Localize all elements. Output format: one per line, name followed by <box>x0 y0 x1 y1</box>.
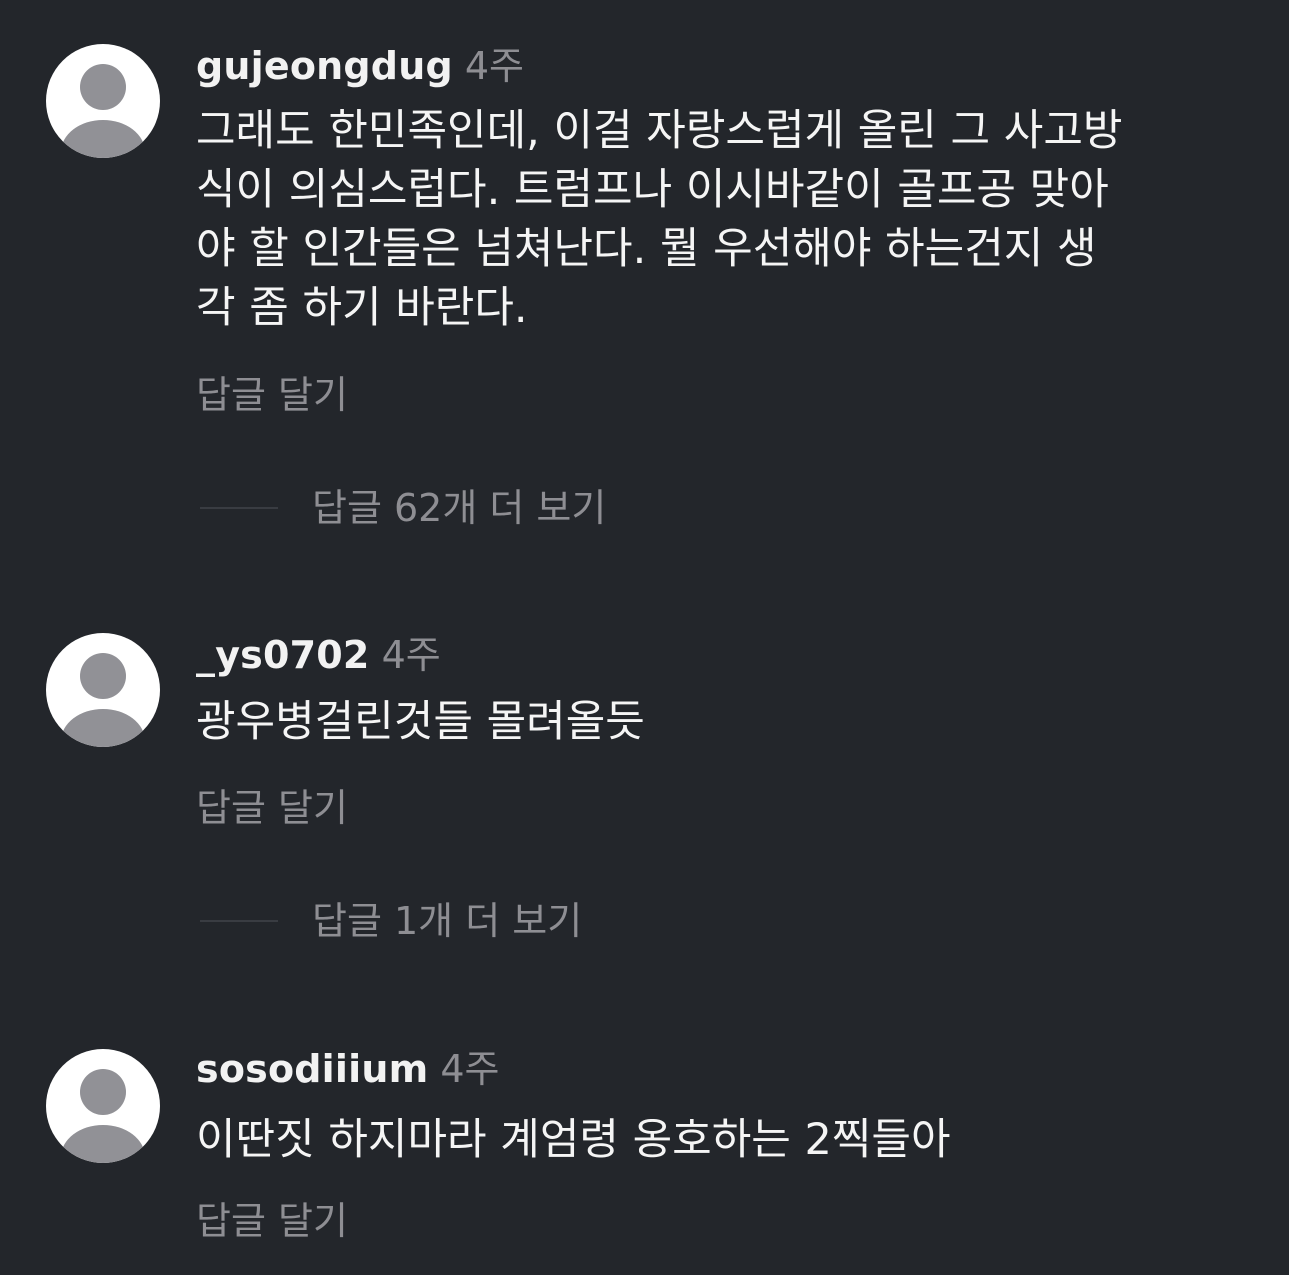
comment-text-line: 그래도 한민족인데, 이걸 자랑스럽게 올린 그 사고방 <box>196 106 1123 156</box>
comment-text-line: 식이 의심스럽다. 트럼프나 이시바같이 골프공 맞아 <box>196 165 1109 215</box>
comment-header: sosodiiium 4주 <box>196 1047 500 1091</box>
avatar-shoulders <box>61 709 145 747</box>
view-more-replies-label: 답글 1개 더 보기 <box>312 899 583 943</box>
comment-text-line: 각 좀 하기 바란다. <box>196 283 528 333</box>
replies-divider-line <box>200 507 278 509</box>
comment-header: gujeongdug 4주 <box>196 44 524 88</box>
comment-timestamp: 4주 <box>381 633 441 677</box>
view-more-replies-label: 답글 62개 더 보기 <box>312 486 607 530</box>
reply-button[interactable]: 답글 달기 <box>196 373 348 417</box>
view-more-replies-button[interactable]: 답글 62개 더 보기 <box>196 486 656 530</box>
comment-username[interactable]: gujeongdug <box>196 44 453 88</box>
default-avatar-icon[interactable] <box>46 1049 160 1163</box>
avatar-head <box>80 64 126 110</box>
comment-header: _ys0702 4주 <box>196 633 441 677</box>
avatar-head <box>80 1069 126 1115</box>
reply-button[interactable]: 답글 달기 <box>196 786 348 830</box>
default-avatar-icon[interactable] <box>46 633 160 747</box>
avatar-shoulders <box>61 1125 145 1163</box>
comment-text-line: 이딴짓 하지마라 계엄령 옹호하는 2찍들아 <box>196 1115 951 1165</box>
comment-username[interactable]: _ys0702 <box>196 633 370 677</box>
view-more-replies-button[interactable]: 답글 1개 더 보기 <box>196 899 616 943</box>
comment-username[interactable]: sosodiiium <box>196 1047 428 1091</box>
avatar-shoulders <box>61 120 145 158</box>
comment-text-line: 야 할 인간들은 넘쳐난다. 뭘 우선해야 하는건지 생 <box>196 224 1097 274</box>
avatar-head <box>80 653 126 699</box>
comment-text-line: 광우병걸린것들 몰려올듯 <box>196 697 645 747</box>
reply-button[interactable]: 답글 달기 <box>196 1199 348 1243</box>
default-avatar-icon[interactable] <box>46 44 160 158</box>
comment-timestamp: 4주 <box>440 1047 500 1091</box>
replies-divider-line <box>200 920 278 922</box>
comment-timestamp: 4주 <box>464 44 525 88</box>
